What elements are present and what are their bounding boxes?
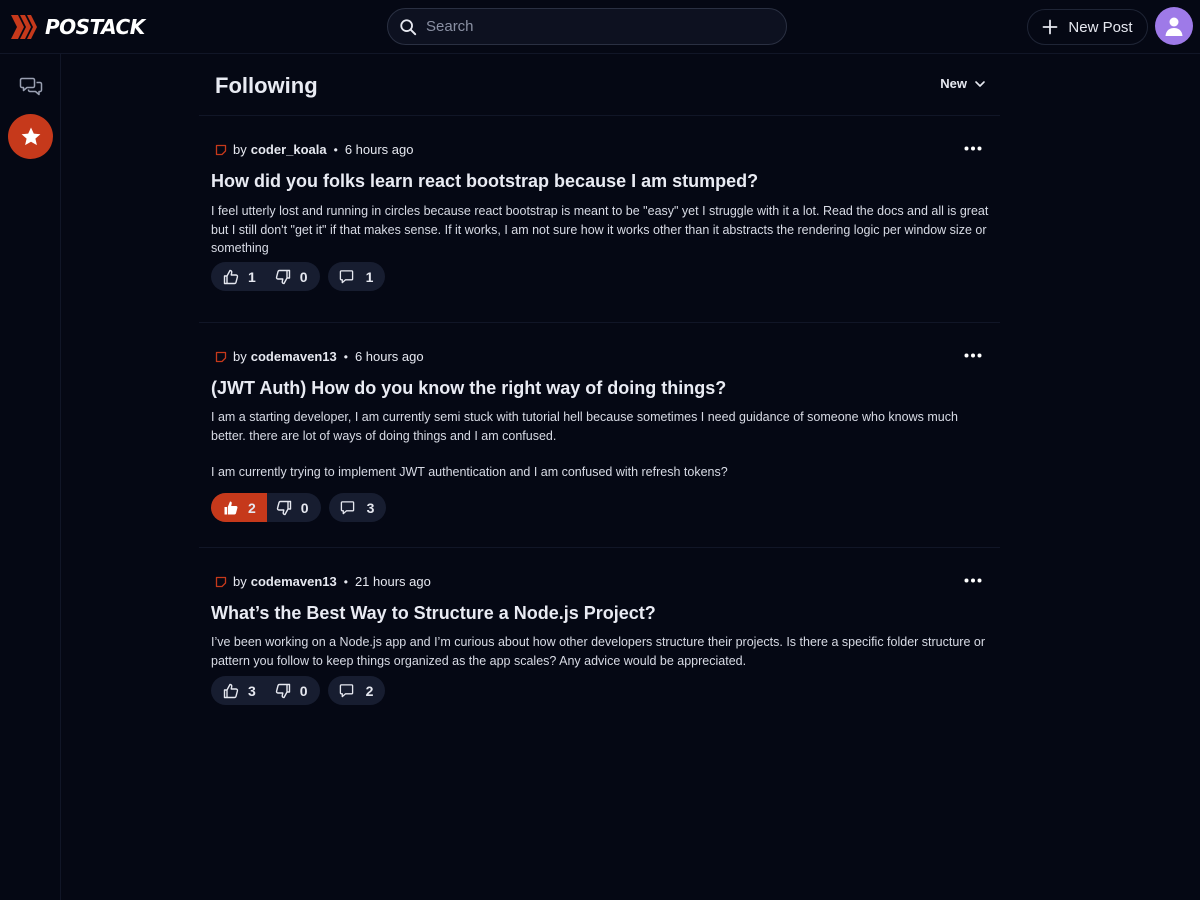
user-icon bbox=[1165, 17, 1183, 36]
feed-header: Following New bbox=[199, 54, 1000, 116]
comments-button[interactable]: 3 bbox=[328, 493, 387, 522]
thumbs-up-icon bbox=[223, 269, 239, 284]
star-icon bbox=[21, 127, 40, 145]
post-title[interactable]: How did you folks learn react bootstrap … bbox=[211, 171, 981, 192]
more-options-button[interactable] bbox=[963, 140, 983, 156]
post-meta: by coder_koala • 6 hours ago bbox=[215, 142, 413, 157]
vote-group: 3 0 bbox=[211, 676, 320, 705]
post-body-paragraph: I am currently trying to implement JWT a… bbox=[211, 465, 728, 479]
thumbs-up-filled-icon bbox=[224, 501, 238, 514]
upvote-button[interactable]: 2 bbox=[211, 493, 267, 522]
sort-label: New bbox=[940, 76, 967, 91]
category-tag-icon bbox=[215, 144, 227, 155]
sidebar-item-following[interactable] bbox=[8, 114, 53, 159]
logo-icon bbox=[11, 15, 37, 39]
downvote-count: 0 bbox=[299, 268, 308, 285]
new-post-label: New Post bbox=[1068, 18, 1133, 36]
post-meta: by codemaven13 • 21 hours ago bbox=[215, 574, 431, 589]
meta-separator: • bbox=[333, 142, 338, 157]
thumbs-down-icon bbox=[276, 500, 291, 515]
more-options-button[interactable] bbox=[963, 347, 983, 363]
post-actions: 3 0 2 bbox=[211, 676, 386, 705]
upvote-count: 2 bbox=[248, 499, 256, 516]
plus-icon bbox=[1042, 19, 1058, 35]
post-author[interactable]: codemaven13 bbox=[251, 349, 337, 364]
page-title: Following bbox=[215, 73, 318, 98]
vote-group: 1 0 bbox=[211, 262, 320, 291]
sort-dropdown[interactable]: New bbox=[940, 76, 986, 91]
comments-button[interactable]: 2 bbox=[327, 676, 386, 705]
post-time: 21 hours ago bbox=[354, 574, 431, 589]
upvote-button[interactable]: 1 bbox=[211, 262, 266, 291]
post-actions: 1 0 1 bbox=[211, 262, 386, 291]
search-input[interactable] bbox=[426, 18, 766, 35]
thumbs-down-icon bbox=[275, 269, 290, 284]
post-body: I feel utterly lost and running in circl… bbox=[211, 202, 991, 258]
feed: Following New by coder_koala • 6 hours a… bbox=[199, 54, 1000, 738]
post-title[interactable]: (JWT Auth) How do you know the right way… bbox=[211, 378, 981, 399]
by-label: by bbox=[233, 142, 247, 157]
category-tag-icon bbox=[215, 576, 227, 587]
comment-count: 3 bbox=[366, 499, 375, 516]
sidebar-item-chat[interactable] bbox=[8, 63, 53, 108]
comment-count: 2 bbox=[365, 682, 374, 699]
downvote-count: 0 bbox=[300, 499, 309, 516]
comment-icon bbox=[339, 684, 353, 698]
comment-icon bbox=[340, 501, 354, 515]
search-icon bbox=[400, 18, 417, 35]
by-label: by bbox=[233, 349, 247, 364]
downvote-button[interactable]: 0 bbox=[266, 262, 320, 291]
new-post-button[interactable]: New Post bbox=[1027, 9, 1148, 45]
upvote-count: 3 bbox=[248, 682, 256, 699]
comment-count: 1 bbox=[365, 268, 374, 285]
comments-button[interactable]: 1 bbox=[327, 262, 386, 291]
upvote-button[interactable]: 3 bbox=[211, 676, 266, 705]
post-meta: by codemaven13 • 6 hours ago bbox=[215, 349, 424, 364]
post-time: 6 hours ago bbox=[344, 142, 414, 157]
app-name: POSTACK bbox=[45, 15, 145, 39]
post-body-paragraph: I feel utterly lost and running in circl… bbox=[211, 204, 989, 255]
by-label: by bbox=[233, 574, 247, 589]
meta-separator: • bbox=[343, 349, 348, 364]
post-author[interactable]: coder_koala bbox=[251, 142, 327, 157]
app-logo[interactable]: POSTACK bbox=[10, 12, 145, 42]
more-dots-icon bbox=[964, 578, 982, 582]
downvote-button[interactable]: 0 bbox=[266, 676, 320, 705]
top-bar: POSTACK New Post bbox=[0, 0, 1200, 54]
left-sidebar bbox=[0, 54, 61, 900]
user-avatar[interactable] bbox=[1155, 7, 1193, 45]
post-card[interactable]: by coder_koala • 6 hours ago How did you… bbox=[199, 116, 1000, 323]
post-card[interactable]: by codemaven13 • 6 hours ago (JWT Auth) … bbox=[199, 323, 1000, 548]
post-title[interactable]: What’s the Best Way to Structure a Node.… bbox=[211, 603, 981, 624]
category-tag-icon bbox=[215, 351, 227, 362]
post-time: 6 hours ago bbox=[354, 349, 424, 364]
more-dots-icon bbox=[964, 146, 982, 150]
post-body: I’ve been working on a Node.js app and I… bbox=[211, 633, 991, 670]
post-author[interactable]: codemaven13 bbox=[251, 574, 337, 589]
post-card[interactable]: by codemaven13 • 21 hours ago What’s the… bbox=[199, 548, 1000, 738]
post-body-paragraph: I am a starting developer, I am currentl… bbox=[211, 410, 958, 443]
downvote-button[interactable]: 0 bbox=[267, 493, 321, 522]
search-bar[interactable] bbox=[387, 8, 787, 45]
post-body: I am a starting developer, I am currentl… bbox=[211, 408, 991, 482]
post-body-paragraph: I’ve been working on a Node.js app and I… bbox=[211, 635, 986, 668]
chat-bubbles-icon bbox=[19, 77, 42, 95]
thumbs-down-icon bbox=[275, 683, 290, 698]
chevron-down-icon bbox=[975, 80, 985, 87]
downvote-count: 0 bbox=[299, 682, 308, 699]
thumbs-up-icon bbox=[223, 683, 239, 698]
vote-group: 2 0 bbox=[211, 493, 321, 522]
post-actions: 2 0 3 bbox=[211, 493, 387, 522]
comment-icon bbox=[339, 270, 353, 284]
upvote-count: 1 bbox=[248, 268, 256, 285]
more-options-button[interactable] bbox=[963, 572, 983, 588]
meta-separator: • bbox=[343, 574, 348, 589]
more-dots-icon bbox=[964, 353, 982, 357]
